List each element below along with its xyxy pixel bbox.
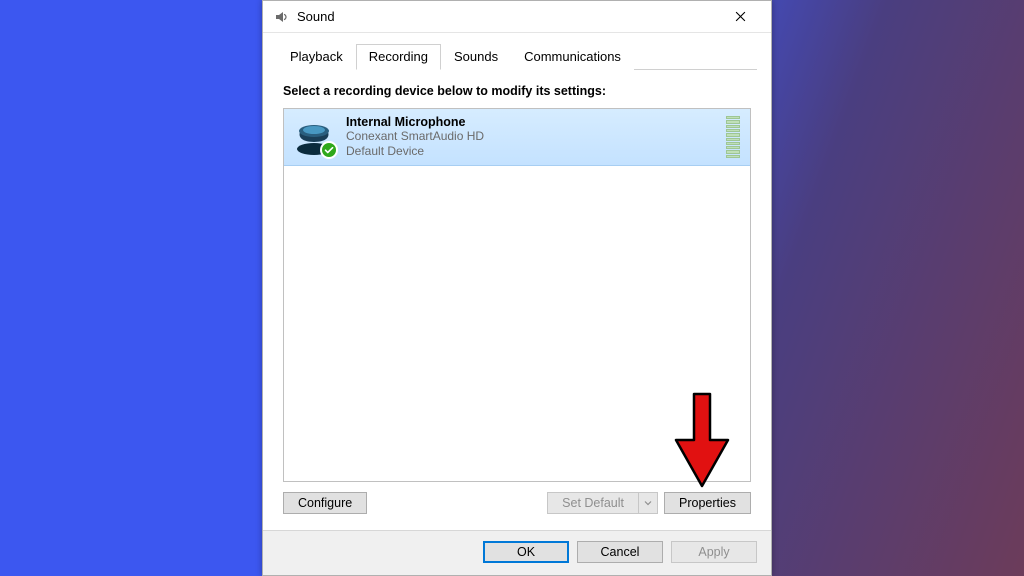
- recording-panel: Select a recording device below to modif…: [263, 70, 771, 530]
- tab-playback[interactable]: Playback: [277, 44, 356, 70]
- device-row[interactable]: Internal Microphone Conexant SmartAudio …: [284, 109, 750, 166]
- device-actions-row: Configure Set Default Properties: [283, 482, 751, 520]
- apply-button: Apply: [671, 541, 757, 563]
- close-icon: [735, 10, 746, 24]
- device-list[interactable]: Internal Microphone Conexant SmartAudio …: [283, 108, 751, 482]
- tab-sounds[interactable]: Sounds: [441, 44, 511, 70]
- tab-communications[interactable]: Communications: [511, 44, 634, 70]
- window-title: Sound: [297, 9, 718, 24]
- device-status: Default Device: [346, 144, 484, 159]
- ok-button[interactable]: OK: [483, 541, 569, 563]
- set-default-button: Set Default: [547, 492, 638, 514]
- properties-button[interactable]: Properties: [664, 492, 751, 514]
- sound-icon: [273, 9, 289, 25]
- device-level-meter: [726, 116, 742, 158]
- tab-strip: Playback Recording Sounds Communications: [263, 33, 771, 70]
- set-default-dropdown: Set Default: [547, 492, 658, 514]
- instruction-text: Select a recording device below to modif…: [283, 84, 751, 98]
- dialog-footer: OK Cancel Apply: [263, 530, 771, 575]
- cancel-button[interactable]: Cancel: [577, 541, 663, 563]
- sound-window: Sound Playback Recording Sounds Communic…: [262, 0, 772, 576]
- device-text: Internal Microphone Conexant SmartAudio …: [346, 115, 484, 159]
- device-driver: Conexant SmartAudio HD: [346, 129, 484, 144]
- close-button[interactable]: [718, 2, 763, 32]
- default-device-badge-icon: [320, 141, 338, 159]
- tab-recording[interactable]: Recording: [356, 44, 441, 70]
- configure-button[interactable]: Configure: [283, 492, 367, 514]
- device-name: Internal Microphone: [346, 115, 484, 129]
- microphone-device-icon: [292, 117, 336, 157]
- titlebar: Sound: [263, 1, 771, 33]
- chevron-down-icon: [638, 492, 658, 514]
